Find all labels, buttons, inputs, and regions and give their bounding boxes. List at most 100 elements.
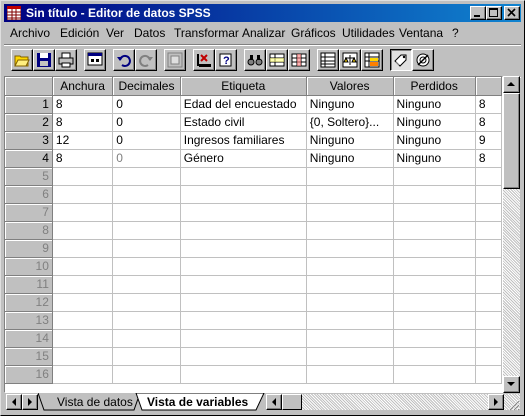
scroll-down-button[interactable]: [503, 376, 520, 393]
scroll-thumb[interactable]: [503, 93, 520, 189]
cell[interactable]: [393, 167, 476, 186]
cell[interactable]: [475, 329, 502, 348]
scroll-left-button[interactable]: [266, 394, 282, 410]
cell[interactable]: [180, 347, 307, 366]
cell-next[interactable]: 8: [475, 113, 502, 132]
goto-case-button[interactable]: [193, 49, 215, 71]
scroll-up-button[interactable]: [503, 76, 520, 93]
cell[interactable]: [475, 239, 502, 258]
cell[interactable]: [393, 311, 476, 330]
cell-anchura[interactable]: 8: [52, 149, 114, 168]
cell[interactable]: [306, 257, 394, 276]
cell-perdidos[interactable]: Ninguno: [393, 113, 476, 132]
title-bar[interactable]: Sin título - Editor de datos SPSS: [4, 4, 521, 22]
cell[interactable]: [112, 257, 181, 276]
cell[interactable]: [475, 311, 502, 330]
menu-ver[interactable]: Ver: [106, 26, 124, 40]
column-header-anchura[interactable]: Anchura: [52, 77, 114, 96]
column-header-decimales[interactable]: Decimales: [112, 77, 181, 96]
cell[interactable]: [112, 167, 181, 186]
cell[interactable]: [393, 329, 476, 348]
cell[interactable]: [52, 167, 114, 186]
cell-valores[interactable]: {0, Soltero}...: [306, 113, 394, 132]
column-header-valores[interactable]: Valores: [306, 77, 394, 96]
menu-edicion[interactable]: Edición: [60, 26, 99, 40]
row-header[interactable]: 16: [5, 365, 53, 384]
use-sets-button[interactable]: [412, 49, 434, 71]
cell[interactable]: [112, 329, 181, 348]
row-header[interactable]: 8: [5, 221, 53, 240]
cell-next[interactable]: 9: [475, 131, 502, 150]
cell-anchura[interactable]: 8: [52, 95, 114, 114]
column-header-next[interactable]: [475, 77, 502, 96]
row-header[interactable]: 7: [5, 203, 53, 222]
cell-anchura[interactable]: 12: [52, 131, 114, 150]
redo-button[interactable]: [135, 49, 157, 71]
cell[interactable]: [306, 365, 394, 384]
cell-decimales[interactable]: 0: [112, 131, 181, 150]
cell-etiqueta[interactable]: Ingresos familiares: [180, 131, 307, 150]
cell[interactable]: [475, 275, 502, 294]
cell[interactable]: [306, 347, 394, 366]
cell[interactable]: [306, 275, 394, 294]
row-header[interactable]: 13: [5, 311, 53, 330]
scroll-right-button[interactable]: [488, 394, 504, 410]
cell[interactable]: [393, 185, 476, 204]
cell[interactable]: [393, 347, 476, 366]
cell[interactable]: [475, 365, 502, 384]
column-header-etiqueta[interactable]: Etiqueta: [180, 77, 307, 96]
cell[interactable]: [52, 275, 114, 294]
insert-variable-button[interactable]: [288, 49, 310, 71]
cell[interactable]: [393, 275, 476, 294]
cell-valores[interactable]: Ninguno: [306, 149, 394, 168]
cell[interactable]: [112, 365, 181, 384]
row-header[interactable]: 11: [5, 275, 53, 294]
menu-transformar[interactable]: Transformar: [174, 26, 239, 40]
cell-anchura[interactable]: 8: [52, 113, 114, 132]
row-header[interactable]: 3: [5, 131, 53, 150]
cell[interactable]: [180, 365, 307, 384]
menu-datos[interactable]: Datos: [134, 26, 165, 40]
row-header[interactable]: 2: [5, 113, 53, 132]
row-header[interactable]: 1: [5, 95, 53, 114]
cell[interactable]: [475, 203, 502, 222]
cell[interactable]: [306, 329, 394, 348]
split-file-button[interactable]: [317, 49, 339, 71]
cell[interactable]: [393, 257, 476, 276]
cell[interactable]: [52, 365, 114, 384]
cell[interactable]: [475, 167, 502, 186]
cell[interactable]: [180, 185, 307, 204]
value-labels-button[interactable]: [390, 49, 412, 71]
dialog-recall-button[interactable]: [84, 49, 106, 71]
row-header[interactable]: 4: [5, 149, 53, 168]
cell[interactable]: [112, 311, 181, 330]
tab-prev-button[interactable]: [6, 394, 22, 410]
undo-button[interactable]: [113, 49, 135, 71]
cell[interactable]: [52, 311, 114, 330]
cell-perdidos[interactable]: Ninguno: [393, 95, 476, 114]
cell[interactable]: [306, 167, 394, 186]
cell[interactable]: [306, 221, 394, 240]
cell-decimales[interactable]: 0: [112, 149, 181, 168]
variables-button[interactable]: ?: [215, 49, 237, 71]
tab-vista-de-variables[interactable]: Vista de variables: [141, 393, 254, 411]
cell[interactable]: [393, 365, 476, 384]
cell[interactable]: [52, 329, 114, 348]
cell[interactable]: [112, 239, 181, 258]
cell[interactable]: [112, 203, 181, 222]
row-header[interactable]: 15: [5, 347, 53, 366]
horizontal-scrollbar[interactable]: [266, 394, 520, 410]
open-button[interactable]: [11, 49, 33, 71]
save-button[interactable]: [33, 49, 55, 71]
menu-ventana[interactable]: Ventana: [399, 26, 443, 40]
cell-etiqueta[interactable]: Estado civil: [180, 113, 307, 132]
select-cases-button[interactable]: [361, 49, 383, 71]
cell[interactable]: [180, 257, 307, 276]
cell[interactable]: [306, 293, 394, 312]
tab-vista-de-datos[interactable]: Vista de datos: [51, 393, 139, 411]
variable-grid[interactable]: Anchura Decimales Etiqueta Valores Perdi…: [4, 76, 503, 393]
cell[interactable]: [112, 347, 181, 366]
cell-next[interactable]: 8: [475, 149, 502, 168]
cell[interactable]: [306, 203, 394, 222]
cell[interactable]: [180, 275, 307, 294]
